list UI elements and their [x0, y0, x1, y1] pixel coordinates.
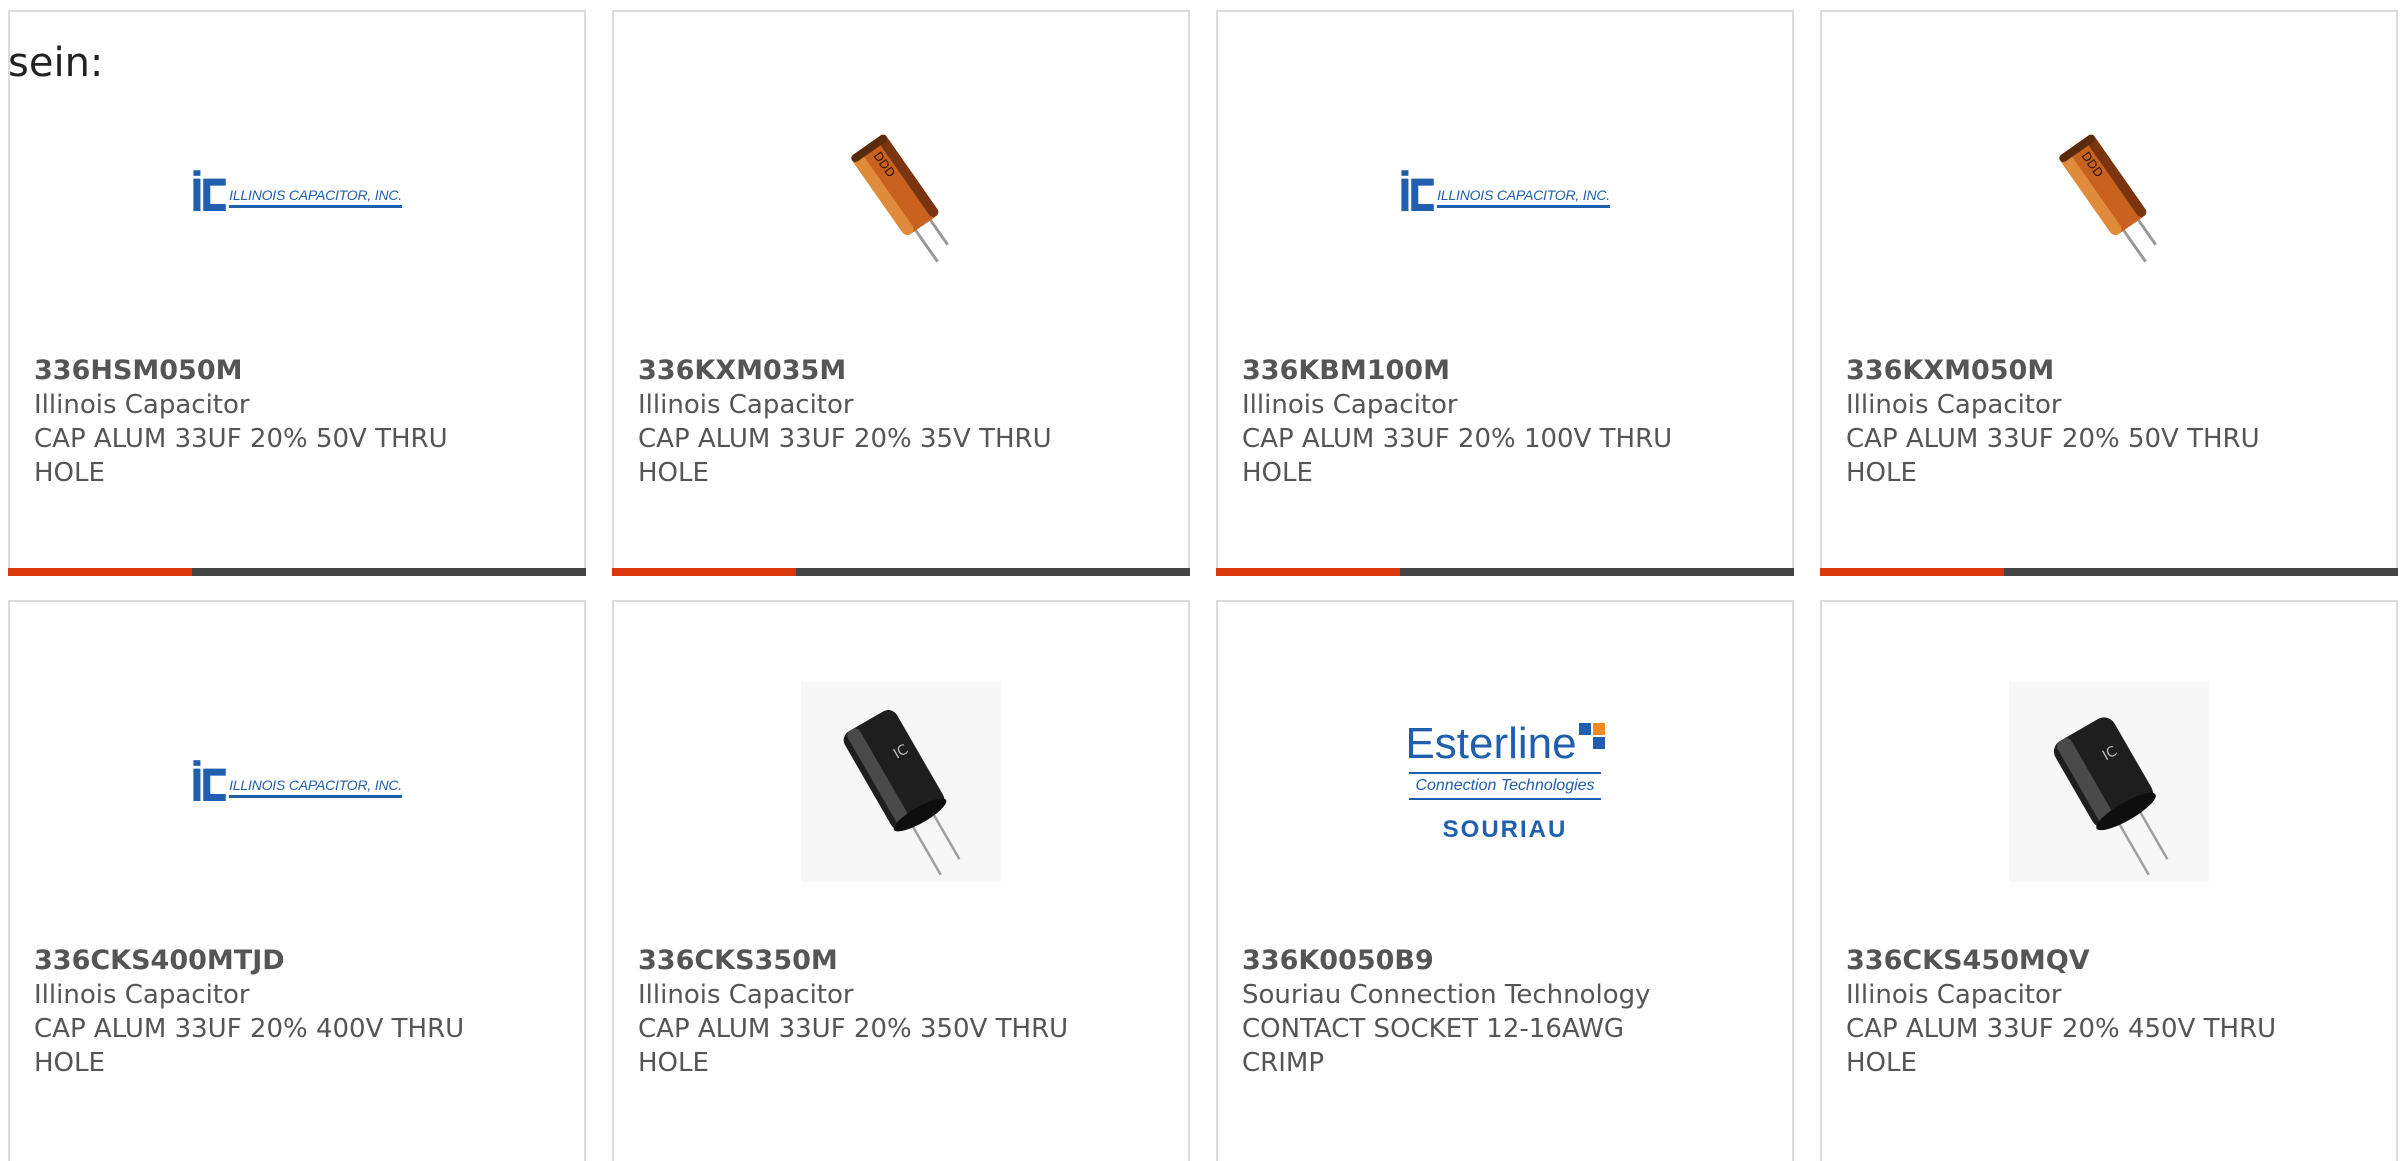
ic-logo-mark-icon: [193, 760, 226, 801]
orange-capacitor-photo: DDD: [2059, 134, 2157, 263]
product-description: CAP ALUM 33UF 20% 450V THRU HOLE: [1846, 1014, 2277, 1078]
product-info: 336KXM035M Illinois Capacitor CAP ALUM 3…: [638, 354, 1078, 490]
logo-text: ILLINOIS CAPACITOR, INC.: [229, 777, 402, 798]
product-card[interactable]: ILLINOIS CAPACITOR, INC. 336CKS400MTJD I…: [8, 600, 586, 1161]
product-description: CAP ALUM 33UF 20% 350V THRU HOLE: [638, 1014, 1069, 1078]
esterline-brand-text: Esterline: [1405, 719, 1577, 768]
black-capacitor-photo: IC: [2009, 682, 2209, 882]
illinois-capacitor-logo: ILLINOIS CAPACITOR, INC.: [192, 747, 402, 817]
card-accent-bar: [8, 568, 586, 576]
product-info: 336KXM050M Illinois Capacitor CAP ALUM 3…: [1846, 354, 2286, 490]
part-number[interactable]: 336CKS350M: [638, 944, 1078, 978]
logo-text: ILLINOIS CAPACITOR, INC.: [1437, 187, 1610, 208]
card-accent-bar: [1216, 568, 1794, 576]
product-info: 336HSM050M Illinois Capacitor CAP ALUM 3…: [34, 354, 474, 490]
product-info: 336K0050B9 Souriau Connection Technology…: [1242, 944, 1682, 1080]
product-card[interactable]: IC 336CKS350M Illinois Capacitor CAP ALU…: [612, 600, 1190, 1161]
orange-capacitor-photo: DDD: [851, 134, 949, 263]
product-info: 336CKS400MTJD Illinois Capacitor CAP ALU…: [34, 944, 474, 1080]
souriau-text: SOURIAU: [1442, 816, 1568, 843]
product-image[interactable]: IC: [1822, 662, 2396, 902]
ic-logo-mark-icon: [193, 170, 226, 211]
card-accent-bar: [1820, 568, 2398, 576]
product-description: CONTACT SOCKET 12-16AWG CRIMP: [1242, 1014, 1625, 1078]
part-number[interactable]: 336CKS450MQV: [1846, 944, 2286, 978]
part-number[interactable]: 336KBM100M: [1242, 354, 1682, 388]
product-description: CAP ALUM 33UF 20% 35V THRU HOLE: [638, 424, 1052, 488]
product-info: 336CKS450MQV Illinois Capacitor CAP ALUM…: [1846, 944, 2286, 1080]
product-description: CAP ALUM 33UF 20% 400V THRU HOLE: [34, 1014, 465, 1078]
product-image[interactable]: IC: [614, 662, 1188, 902]
product-image[interactable]: DDD: [614, 72, 1188, 312]
manufacturer-name: Illinois Capacitor: [1846, 390, 2062, 420]
esterline-brand: Esterline: [1405, 719, 1605, 768]
product-grid: ILLINOIS CAPACITOR, INC. 336HSM050M Illi…: [8, 10, 2400, 1161]
product-image[interactable]: ILLINOIS CAPACITOR, INC.: [10, 72, 584, 312]
part-number[interactable]: 336KXM035M: [638, 354, 1078, 388]
manufacturer-name: Illinois Capacitor: [34, 980, 250, 1010]
esterline-star-icon: [1578, 723, 1605, 749]
product-info: 336CKS350M Illinois Capacitor CAP ALUM 3…: [638, 944, 1078, 1080]
black-capacitor-photo: IC: [801, 682, 1001, 882]
accent-segment: [612, 568, 796, 576]
manufacturer-name: Illinois Capacitor: [1242, 390, 1458, 420]
part-number[interactable]: 336KXM050M: [1846, 354, 2286, 388]
product-description: CAP ALUM 33UF 20% 50V THRU HOLE: [1846, 424, 2260, 488]
product-info: 336KBM100M Illinois Capacitor CAP ALUM 3…: [1242, 354, 1682, 490]
product-grid-page: sein: ILLINOIS CAPACITOR, INC. 336HSM050…: [0, 0, 2400, 1161]
product-image[interactable]: DDD: [1822, 72, 2396, 312]
esterline-souriau-logo: Esterline Connection Technologies SOURIA…: [1395, 720, 1615, 844]
intro-text: sein:: [8, 40, 104, 86]
manufacturer-name: Illinois Capacitor: [1846, 980, 2062, 1010]
product-description: CAP ALUM 33UF 20% 100V THRU HOLE: [1242, 424, 1673, 488]
product-card[interactable]: ILLINOIS CAPACITOR, INC. 336HSM050M Illi…: [8, 10, 586, 576]
illinois-capacitor-logo: ILLINOIS CAPACITOR, INC.: [192, 157, 402, 227]
product-card[interactable]: ILLINOIS CAPACITOR, INC. 336KBM100M Illi…: [1216, 10, 1794, 576]
product-card[interactable]: IC 336CKS450MQV Illinois Capacitor CAP A…: [1820, 600, 2398, 1161]
manufacturer-name: Illinois Capacitor: [34, 390, 250, 420]
manufacturer-name: Illinois Capacitor: [638, 980, 854, 1010]
accent-segment: [8, 568, 192, 576]
ic-logo-mark-icon: [1401, 170, 1434, 211]
logo-text: ILLINOIS CAPACITOR, INC.: [229, 187, 402, 208]
manufacturer-name: Souriau Connection Technology: [1242, 980, 1651, 1010]
product-image[interactable]: ILLINOIS CAPACITOR, INC.: [10, 662, 584, 902]
esterline-sub-text: Connection Technologies: [1409, 772, 1601, 800]
illinois-capacitor-logo: ILLINOIS CAPACITOR, INC.: [1400, 157, 1610, 227]
card-accent-bar: [612, 568, 1190, 576]
product-card[interactable]: DDD 336KXM050M Illinois Capacitor CAP AL…: [1820, 10, 2398, 576]
product-description: CAP ALUM 33UF 20% 50V THRU HOLE: [34, 424, 448, 488]
part-number[interactable]: 336CKS400MTJD: [34, 944, 474, 978]
manufacturer-name: Illinois Capacitor: [638, 390, 854, 420]
part-number[interactable]: 336HSM050M: [34, 354, 474, 388]
accent-segment: [1216, 568, 1400, 576]
product-image[interactable]: Esterline Connection Technologies SOURIA…: [1218, 662, 1792, 902]
product-card[interactable]: DDD 336KXM035M Illinois Capacitor CAP AL…: [612, 10, 1190, 576]
part-number[interactable]: 336K0050B9: [1242, 944, 1682, 978]
product-image[interactable]: ILLINOIS CAPACITOR, INC.: [1218, 72, 1792, 312]
accent-segment: [1820, 568, 2004, 576]
product-card[interactable]: Esterline Connection Technologies SOURIA…: [1216, 600, 1794, 1161]
